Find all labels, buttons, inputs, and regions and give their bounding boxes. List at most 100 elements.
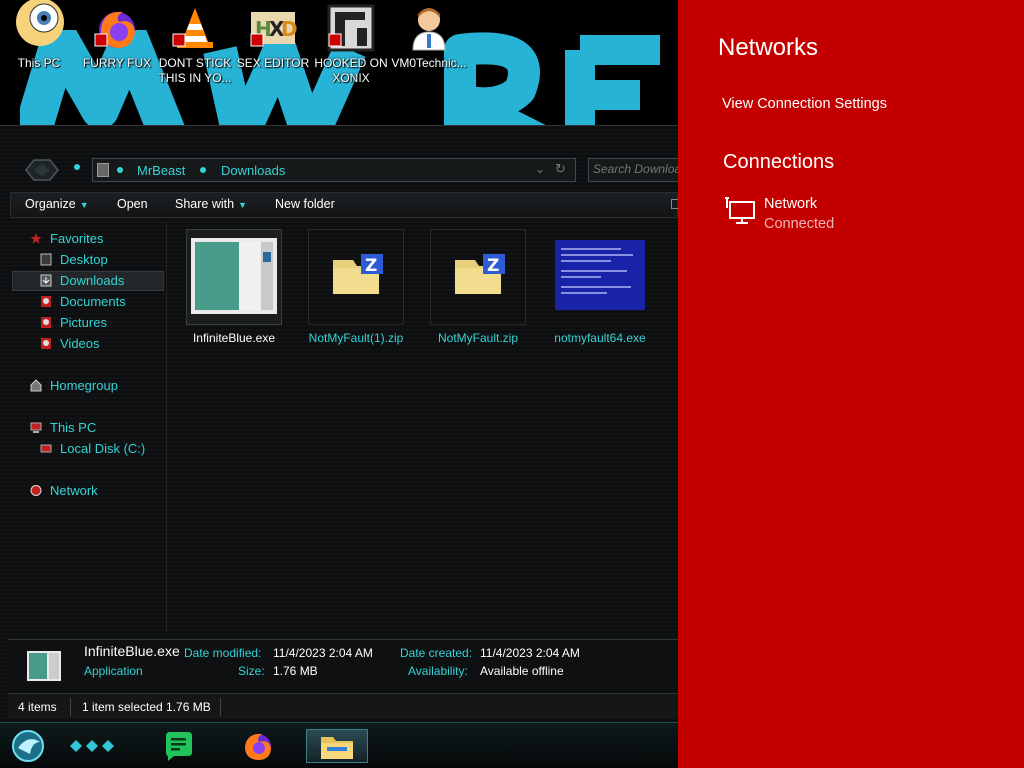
firefox-icon[interactable] [238,729,278,763]
documents-icon [41,295,51,307]
availability-value: Available offline [480,664,564,678]
network-status: Connected [764,216,835,232]
desktop-icon-sex-editor[interactable]: H X D SEX EDITOR [234,4,312,71]
svg-text:Z: Z [487,256,499,276]
search-input[interactable] [593,162,689,176]
address-bar[interactable]: MrBeast Downloads ⌄ ↻ [92,158,576,182]
nav-videos[interactable]: Videos [40,333,100,353]
doctor-icon [405,4,453,52]
folder-path-icon [97,163,109,177]
desktop-icon-this-pc[interactable]: This PC [0,0,78,71]
nav-label: Homegroup [50,377,118,393]
nav-this-pc[interactable]: This PC [30,417,96,437]
size-label: Size: [238,664,265,678]
breadcrumb-mrbeast[interactable]: MrBeast [137,163,185,178]
desktop-icon-vm0technic[interactable]: VM0Technic... [390,4,468,71]
svg-text:Z: Z [365,256,377,276]
firefox-icon [93,4,141,52]
start-orb-icon[interactable] [6,729,52,763]
videos-icon [41,337,51,349]
history-dot-icon[interactable] [74,164,80,170]
anime-avatar-icon [15,0,64,52]
desktop-icon-label: DONT STICK THIS IN YO... [158,56,232,85]
network-flyout: Networks View Connection Settings Connec… [678,0,1024,768]
file-item-notmyfault1-zip[interactable]: Z NotMyFault(1).zip [297,229,415,345]
nav-network[interactable]: Network [30,480,98,500]
pictures-icon [41,316,51,328]
computer-icon [30,422,42,433]
nav-documents[interactable]: Documents [40,291,126,311]
downloads-icon [40,274,52,286]
nav-local-disk[interactable]: Local Disk (C:) [40,438,145,458]
breadcrumb-downloads[interactable]: Downloads [221,163,285,178]
share-with-button[interactable]: Share with ▼ [175,197,247,211]
date-created-value: 11/4/2023 2:04 AM [480,646,580,660]
organize-label: Organize [25,197,76,211]
flyout-title: Networks [718,34,819,61]
status-bar: 4 items 1 item selected 1.76 MB [8,693,678,719]
status-divider [220,698,221,716]
status-divider [70,698,71,716]
nav-desktop[interactable]: Desktop [40,249,108,269]
vlc-cone-icon [171,4,219,52]
file-item-infiniteblue[interactable]: InfiniteBlue.exe [175,229,293,345]
file-item-notmyfault64-exe[interactable]: notmyfault64.exe [541,229,659,345]
taskbar [0,722,678,768]
zip-folder-icon: Z [430,229,526,325]
desktop-icon-hooked-on-xonix[interactable]: HOOKED ON XONIX [312,4,390,86]
search-box[interactable] [588,158,689,182]
nav-label: Documents [60,293,126,309]
exe-thumbnail-icon [27,651,61,681]
nav-label: Desktop [60,251,108,267]
nav-label: Favorites [50,230,104,246]
nav-homegroup[interactable]: Homegroup [30,375,118,395]
desktop-icon-furry-fux[interactable]: FURRY FUX [78,4,156,71]
back-forward-orb-icon[interactable] [22,156,62,184]
details-file-type: Application [84,664,143,678]
hex-editor-icon: H X D [249,4,298,52]
breadcrumb-separator-icon [117,167,123,173]
network-connection-item[interactable]: Network [764,196,817,212]
file-name: notmyfault64.exe [554,331,646,345]
date-created-label: Date created: [400,646,473,660]
file-name: InfiniteBlue.exe [192,331,276,345]
file-explorer-icon[interactable] [306,729,368,763]
nav-pictures[interactable]: Pictures [40,312,107,332]
desktop-icon-dont-stick[interactable]: DONT STICK THIS IN YO... [156,4,234,86]
selection-info: 1 item selected 1.76 MB [82,700,211,714]
desktop-icon-label: HOOKED ON XONIX [314,56,388,85]
organize-button[interactable]: Organize ▼ [25,197,89,211]
open-button[interactable]: Open [117,197,148,211]
nav-downloads[interactable]: Downloads [40,270,124,290]
desktop-icon-label: SEX EDITOR [236,56,310,70]
pane-splitter[interactable] [166,222,167,632]
ethernet-monitor-icon [725,197,755,224]
view-connection-settings-link[interactable]: View Connection Settings [722,96,887,112]
file-item-notmyfault-zip[interactable]: Z NotMyFault.zip [419,229,537,345]
breadcrumb-separator-icon [200,167,206,173]
navigation-pane: Favorites Desktop Downloads Documents Pi… [10,222,166,632]
file-name: NotMyFault.zip [437,331,519,345]
refresh-icon[interactable]: ↻ [555,162,566,177]
chevron-down-icon[interactable]: ⌄ [535,162,545,176]
desktop-icon-label: VM0Technic... [391,56,467,70]
star-icon [30,232,42,244]
zip-folder-icon: Z [308,229,404,325]
command-bar: Organize ▼ Open Share with ▼ New folder [10,192,679,218]
availability-label: Availability: [408,664,468,678]
item-count: 4 items [18,700,57,714]
nav-label: Network [50,482,98,498]
task-view-icon[interactable] [64,729,124,763]
new-folder-button[interactable]: New folder [275,197,335,211]
file-explorer-window: MrBeast Downloads ⌄ ↻ Organize▼ Open Sha… [0,125,689,723]
network-globe-icon [30,484,42,496]
homegroup-icon [30,378,42,391]
desktop-icon-label: FURRY FUX [82,56,152,70]
nav-favorites[interactable]: Favorites [30,228,103,248]
caret-down-icon: ▼ [238,200,247,210]
desktop-icon [40,253,52,265]
notes-app-icon[interactable] [158,729,198,763]
size-value: 1.76 MB [273,664,318,678]
nav-label: Downloads [60,272,125,288]
address-bar-row: MrBeast Downloads ⌄ ↻ [0,152,689,188]
